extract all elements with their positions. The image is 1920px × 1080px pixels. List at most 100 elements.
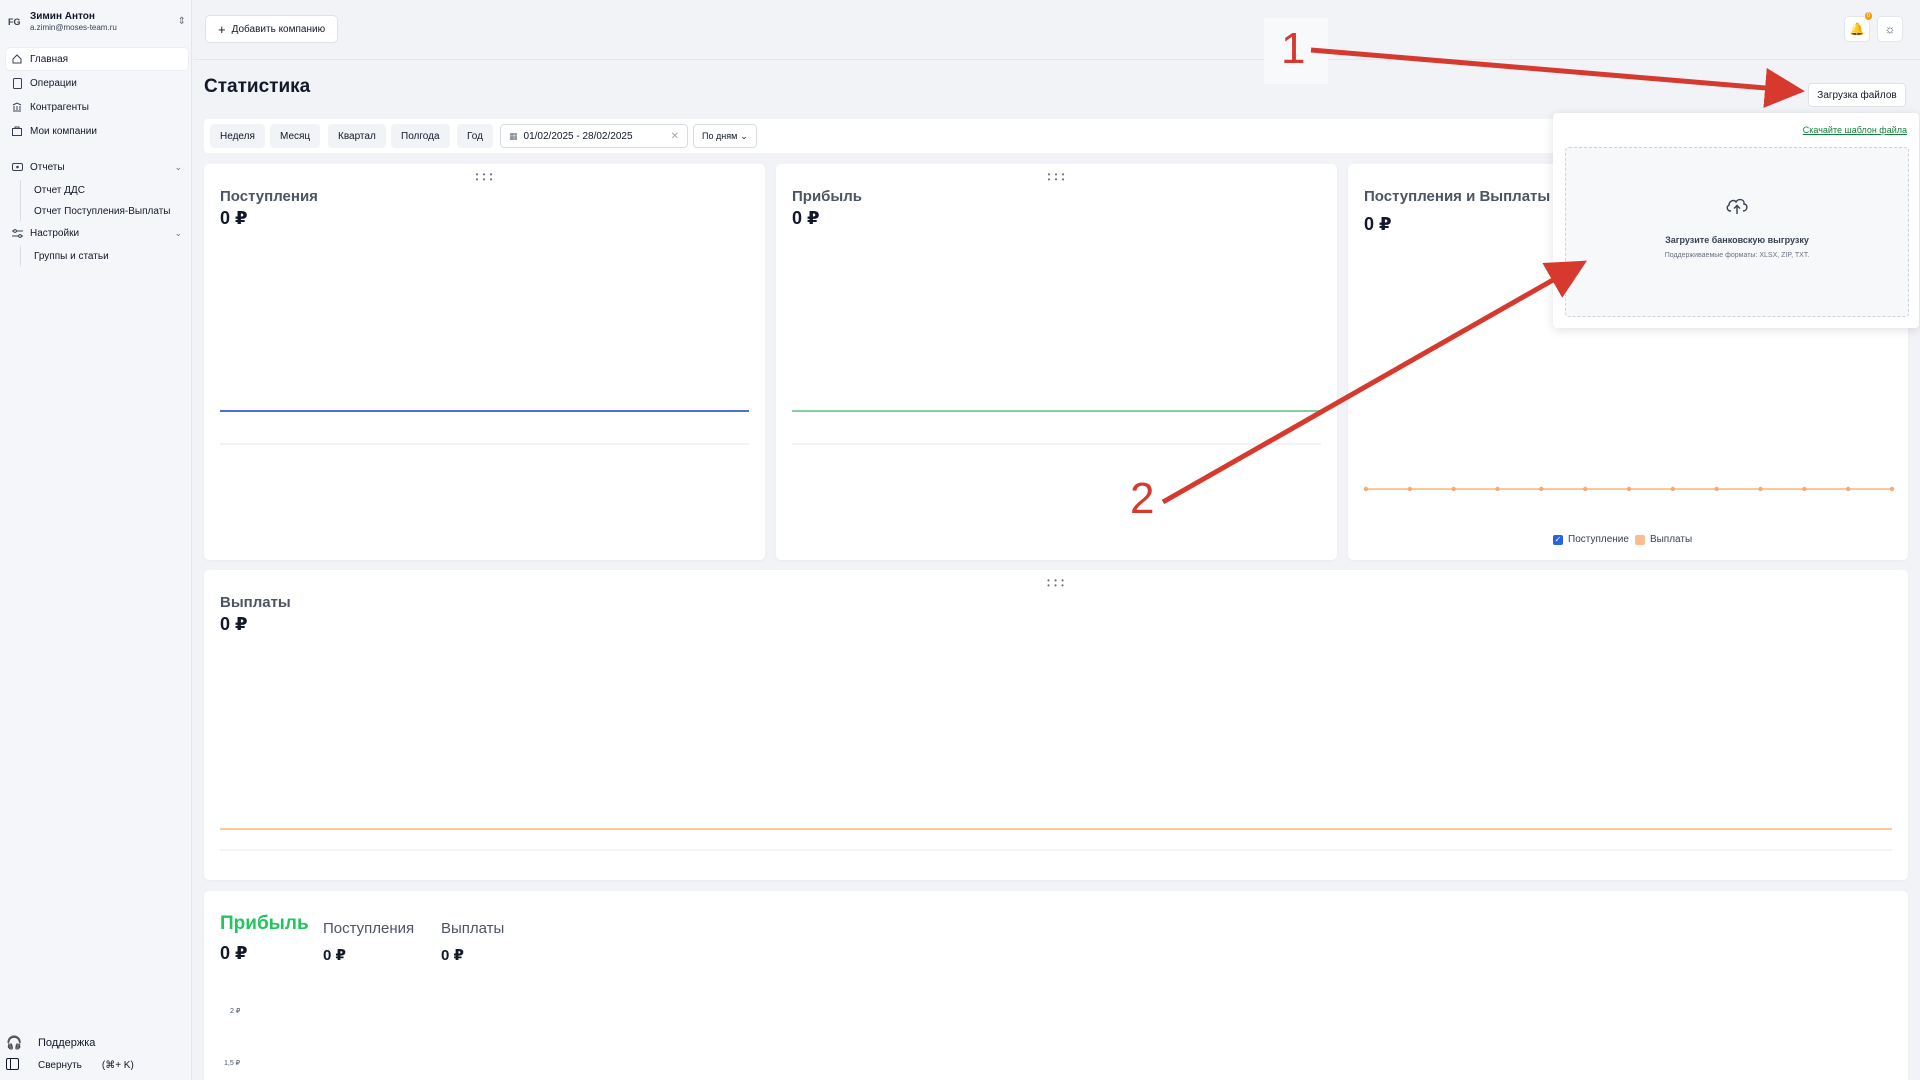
legend-checkbox-income[interactable]: ✓ bbox=[1553, 534, 1563, 545]
income-payouts-card-title: Поступления и Выплаты bbox=[1364, 188, 1551, 205]
income-card-title: Поступления bbox=[220, 188, 318, 205]
y-tick-label: 1,5 ₽ bbox=[224, 1060, 241, 1067]
period-quarter-button[interactable]: Квартал bbox=[328, 124, 386, 148]
legend-swatch-payouts[interactable] bbox=[1634, 534, 1645, 545]
drag-handle-icon[interactable]: • • • • • • bbox=[1047, 577, 1065, 590]
clear-icon[interactable]: ✕ bbox=[671, 131, 679, 142]
income-payouts-card-value: 0 ₽ bbox=[1364, 214, 1392, 234]
sidebar-nav: Главная Операции Контрагенты Мои компани… bbox=[6, 48, 188, 267]
sidebar-item-operations[interactable]: Операции bbox=[6, 72, 188, 94]
headset-icon: 🎧 bbox=[6, 1035, 23, 1050]
summary-income-value: 0 ₽ bbox=[323, 947, 346, 964]
sidebar-item-income-payouts-report[interactable]: Отчет Поступления-Выплаты bbox=[21, 201, 188, 221]
sidebar-item-label: Контрагенты bbox=[30, 101, 89, 113]
payouts-card: • • • • • • Выплаты 0 ₽ bbox=[204, 570, 1908, 880]
chart-legend: ✓ Поступление Выплаты bbox=[1553, 534, 1692, 545]
payouts-point bbox=[1714, 486, 1719, 492]
support-link[interactable]: 🎧 Поддержка bbox=[6, 1032, 188, 1054]
sidebar-item-counterparties[interactable]: Контрагенты bbox=[6, 96, 188, 118]
sidebar-item-my-companies[interactable]: Мои компании bbox=[6, 120, 188, 142]
drag-handle-icon[interactable]: • • • • • • bbox=[476, 171, 494, 184]
income-card: • • • • • • Поступления 0 ₽ bbox=[204, 164, 765, 560]
top-bar: + Добавить компанию 🔔 0 ☼ bbox=[193, 0, 1920, 60]
upload-popover: Скачайте шаблон файла Загрузите банковск… bbox=[1553, 113, 1919, 328]
notifications-button[interactable]: 🔔 0 bbox=[1844, 12, 1872, 42]
payouts-point bbox=[1626, 486, 1632, 492]
briefcase-icon bbox=[10, 125, 24, 137]
payouts-point bbox=[1495, 486, 1500, 492]
bank-icon bbox=[10, 101, 24, 113]
notification-count: 0 bbox=[1864, 12, 1872, 20]
payouts-point bbox=[1889, 486, 1895, 492]
summary-card: Прибыль 0 ₽ Поступления 0 ₽ Выплаты 0 ₽ … bbox=[204, 891, 1908, 1080]
payouts-point bbox=[1407, 486, 1413, 492]
legend-label-income: Поступление bbox=[1568, 534, 1629, 545]
chevron-down-icon: ⌄ bbox=[174, 227, 182, 238]
period-half-year-button[interactable]: Полгода bbox=[391, 124, 450, 148]
page-title: Статистика bbox=[204, 76, 311, 97]
payouts-point bbox=[1363, 486, 1369, 492]
summary-payouts-tab[interactable]: Выплаты bbox=[441, 920, 504, 937]
upload-files-button[interactable]: Загрузка файлов bbox=[1808, 83, 1906, 107]
sidebar-item-reports[interactable]: Отчеты ⌄ bbox=[6, 156, 188, 178]
user-switcher[interactable]: FG Зимин Антон a.zimin@moses-team.ru ⇕ bbox=[8, 10, 186, 34]
chevron-down-icon: ⌄ bbox=[174, 161, 182, 172]
date-range-value: 01/02/2025 - 28/02/2025 bbox=[523, 130, 633, 142]
summary-income-tab[interactable]: Поступления bbox=[323, 920, 414, 937]
sidebar-item-home[interactable]: Главная bbox=[6, 48, 188, 70]
profit-card-title: Прибыль bbox=[792, 188, 862, 205]
sidebar-item-label: Отчеты bbox=[30, 161, 65, 173]
company-initials: FG bbox=[8, 17, 21, 27]
period-week-button[interactable]: Неделя bbox=[210, 124, 265, 148]
sliders-icon bbox=[10, 227, 24, 239]
sidebar-item-dds-report[interactable]: Отчет ДДС bbox=[21, 180, 188, 200]
calendar-icon: ▦ bbox=[509, 130, 518, 141]
payouts-point bbox=[1670, 486, 1676, 492]
annotation-number-1: 1 bbox=[1281, 24, 1306, 73]
bell-icon: 🔔 bbox=[1849, 22, 1865, 36]
period-month-button[interactable]: Месяц bbox=[270, 124, 321, 148]
period-year-button[interactable]: Год bbox=[457, 124, 493, 148]
collapse-label: Свернуть bbox=[38, 1059, 82, 1071]
date-range-picker[interactable]: ▦ 01/02/2025 - 28/02/2025 ✕ bbox=[500, 124, 688, 148]
sidebar-item-label: Главная bbox=[30, 53, 69, 65]
reports-icon bbox=[10, 161, 24, 173]
chevron-updown-icon: ⇕ bbox=[177, 16, 186, 27]
profit-card-value: 0 ₽ bbox=[792, 208, 820, 228]
dropzone-formats: Поддерживаемые форматы: XLSX, ZIP, TXT. bbox=[1664, 252, 1810, 259]
payouts-point bbox=[1802, 486, 1807, 492]
annotation-number-2: 2 bbox=[1130, 474, 1155, 523]
legend-label-payouts: Выплаты bbox=[1649, 534, 1693, 545]
plus-icon: + bbox=[218, 21, 226, 37]
drag-handle-icon[interactable]: • • • • • • bbox=[1048, 171, 1066, 184]
support-label: Поддержка bbox=[38, 1037, 96, 1049]
user-name: Зимин Антон bbox=[30, 11, 95, 22]
chevron-down-icon: ⌄ bbox=[740, 130, 748, 141]
add-company-label: Добавить компанию bbox=[231, 23, 326, 35]
theme-toggle-button[interactable]: ☼ bbox=[1877, 16, 1903, 42]
summary-payouts-value: 0 ₽ bbox=[441, 947, 464, 964]
file-dropzone[interactable]: Загрузите банковскую выгрузку Поддержива… bbox=[1565, 147, 1909, 317]
payouts-point bbox=[1845, 486, 1851, 492]
sidebar-item-groups-articles[interactable]: Группы и статьи bbox=[21, 246, 188, 266]
payouts-point bbox=[1582, 486, 1588, 492]
collapse-sidebar-button[interactable]: Свернуть (⌘+ K) bbox=[6, 1054, 188, 1076]
summary-profit-tab[interactable]: Прибыль bbox=[220, 913, 309, 935]
add-company-button[interactable]: + Добавить компанию bbox=[205, 15, 339, 43]
cloud-upload-icon bbox=[1726, 198, 1748, 214]
income-card-value: 0 ₽ bbox=[220, 208, 248, 228]
payouts-point bbox=[1758, 486, 1763, 492]
income-chart bbox=[220, 410, 749, 445]
sidebar-item-label: Операции bbox=[30, 77, 77, 89]
y-tick-label: 2 ₽ bbox=[230, 1008, 241, 1015]
sun-icon: ☼ bbox=[1884, 22, 1896, 36]
sidebar: FG Зимин Антон a.zimin@moses-team.ru ⇕ Г… bbox=[0, 0, 192, 1080]
user-email: a.zimin@moses-team.ru bbox=[30, 23, 117, 32]
sidebar-bottom: 🎧 Поддержка Свернуть (⌘+ K) bbox=[6, 1032, 188, 1076]
payouts-chart bbox=[220, 828, 1892, 851]
sidebar-item-settings[interactable]: Настройки ⌄ bbox=[6, 222, 188, 244]
grouping-select[interactable]: По дням ⌄ bbox=[693, 124, 757, 148]
sidebar-item-label: Настройки bbox=[30, 227, 80, 239]
payouts-point bbox=[1451, 486, 1456, 492]
download-template-link[interactable]: Скачайте шаблон файла bbox=[1803, 125, 1907, 135]
